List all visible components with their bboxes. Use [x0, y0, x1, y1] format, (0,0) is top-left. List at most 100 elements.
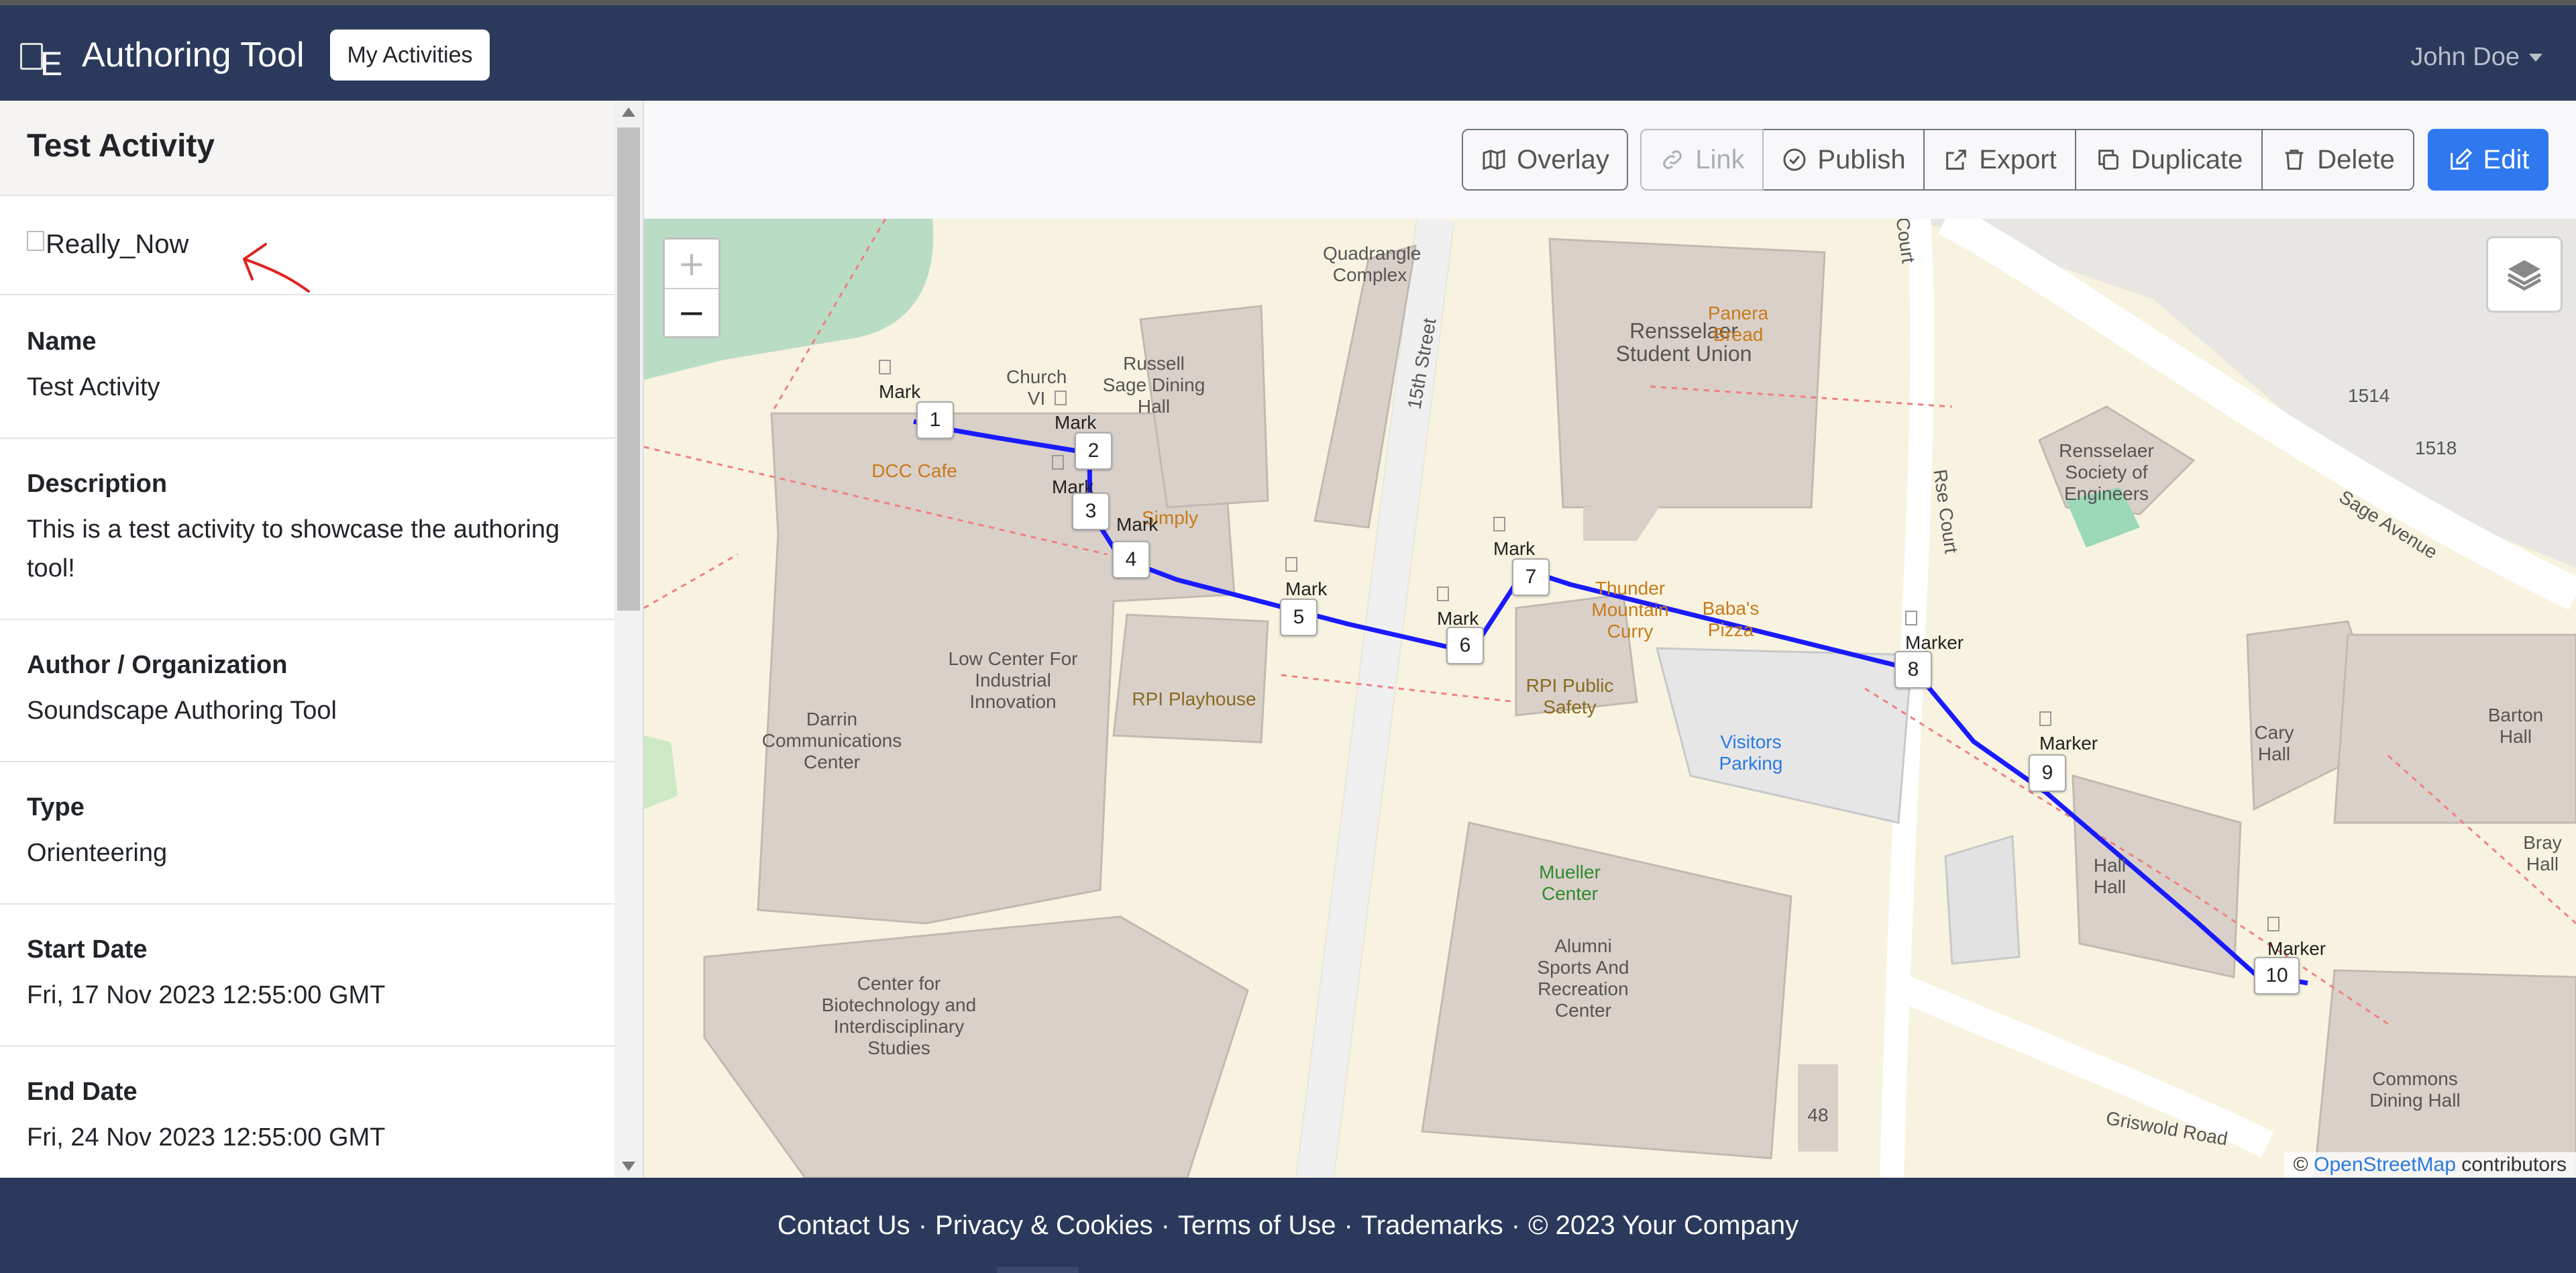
street-griswold — [1886, 970, 2274, 1158]
openstreetmap-link[interactable]: OpenStreetMap — [2314, 1154, 2456, 1176]
label-quadrangle: Quadrangle Complex — [1323, 243, 1421, 285]
top-navbar: E Authoring Tool My Activities John Doe — [0, 5, 2576, 101]
footer-terms-link[interactable]: Terms of Use — [1178, 1211, 1336, 1241]
waypoint-badge[interactable]: 10 — [2254, 957, 2300, 995]
duplicate-button[interactable]: Duplicate — [2076, 129, 2263, 191]
label-1514: 1514 — [2348, 385, 2390, 406]
brand-logo-alt: E — [40, 45, 63, 83]
link-button[interactable]: Link — [1640, 129, 1764, 191]
waypoint-badge[interactable]: 7 — [1512, 558, 1550, 596]
marker-7-image[interactable]: Mark — [1493, 517, 1535, 560]
sidebar-header: Test Activity — [0, 101, 614, 196]
label-biotech: Center for Biotechnology and Interdiscip… — [821, 973, 977, 1058]
footer-separator: · — [1511, 1210, 1521, 1240]
delete-button[interactable]: Delete — [2263, 129, 2414, 191]
marker-2-image[interactable]: Mark — [1055, 391, 1096, 434]
map-attribution: © OpenStreetMap contributors — [2284, 1152, 2576, 1178]
footer-trademarks-link[interactable]: Trademarks — [1361, 1211, 1503, 1241]
map-view[interactable]: Quadrangle Complex 15th Street Rensselae… — [644, 219, 2576, 1178]
label-bray-hall: Bray Hall — [2523, 832, 2562, 874]
marker-10-image[interactable]: Marker — [2267, 917, 2326, 960]
page-footer: Contact Us · Privacy & Cookies · Terms o… — [0, 1178, 2576, 1273]
label-visitors-parking: Visitors Parking — [1719, 731, 1783, 774]
trash-icon — [2285, 150, 2304, 170]
zoom-out-button[interactable]: − — [665, 288, 718, 336]
overlay-button[interactable]: Overlay — [1462, 129, 1628, 191]
brand-logo[interactable]: E — [20, 39, 63, 83]
user-menu-dropdown[interactable]: John Doe — [2410, 43, 2542, 72]
export-button[interactable]: Export — [1925, 129, 2076, 191]
marker-8-image[interactable]: Marker — [1905, 611, 1964, 654]
waypoint-badge[interactable]: 3 — [1072, 493, 1110, 530]
broken-image-icon — [20, 43, 43, 70]
footer-separator: · — [1344, 1210, 1353, 1240]
user-name: John Doe — [2410, 43, 2520, 71]
my-activities-button[interactable]: My Activities — [330, 30, 490, 81]
overlay-label: Overlay — [1517, 144, 1609, 174]
sidebar-scrollbar[interactable] — [614, 101, 643, 1178]
field-label: Type — [27, 793, 85, 821]
window-top-border — [0, 0, 2576, 5]
edit-button[interactable]: Edit — [2428, 129, 2548, 191]
label-1518: 1518 — [2415, 438, 2457, 458]
edit-label: Edit — [2483, 144, 2530, 174]
export-label: Export — [1979, 144, 2057, 174]
broken-image-icon — [27, 231, 44, 251]
waypoint-badge[interactable]: 4 — [1112, 541, 1150, 578]
scroll-down-arrow-icon[interactable] — [622, 1162, 635, 1171]
zoom-in-button[interactable]: + — [665, 240, 718, 288]
marker-6-image[interactable]: Mark — [1437, 587, 1479, 629]
footer-privacy-link[interactable]: Privacy & Cookies — [935, 1211, 1153, 1241]
marker-9-image[interactable]: Marker — [2039, 711, 2098, 754]
duplicate-label: Duplicate — [2131, 144, 2243, 174]
field-start-date: Start Date Fri, 17 Nov 2023 12:55:00 GMT — [0, 903, 614, 1047]
field-value: Test Activity — [27, 373, 160, 401]
publish-button[interactable]: Publish — [1764, 129, 1925, 191]
waypoint-badge[interactable]: 1 — [916, 401, 954, 439]
label-hall-hall: Hall Hall — [2093, 855, 2127, 897]
field-value: Soundscape Authoring Tool — [27, 697, 337, 725]
waypoint-badge[interactable]: 9 — [2029, 754, 2066, 792]
label-rpi-playhouse: RPI Playhouse — [1132, 689, 1256, 709]
layers-control[interactable] — [2486, 236, 2563, 313]
label-low-center: Low Center For Industrial Innovation — [948, 648, 1078, 712]
building-small — [1583, 501, 1664, 541]
label-dcc-cafe: DCC Cafe — [871, 460, 957, 481]
field-value: Fri, 24 Nov 2023 12:55:00 GMT — [27, 1123, 386, 1152]
link-label: Link — [1695, 144, 1745, 174]
label-public-safety: RPI Public Safety — [1525, 675, 1614, 717]
marker-5-image[interactable]: Mark — [1285, 557, 1327, 600]
field-value: This is a test activity to showcase the … — [27, 515, 560, 582]
publish-label: Publish — [1817, 144, 1906, 174]
layers-icon — [2507, 260, 2542, 291]
check-circle-icon — [1783, 148, 1806, 171]
waypoint-badge[interactable]: 2 — [1075, 432, 1112, 470]
footer-separator: · — [1161, 1210, 1170, 1240]
app-title[interactable]: Authoring Tool — [82, 35, 305, 75]
building-playhouse — [1112, 613, 1269, 744]
label-darrin: Darrin Communications Center — [761, 709, 902, 772]
label-commons: Commons Dining Hall — [2369, 1068, 2461, 1111]
marker-1-image[interactable]: Mark — [879, 360, 920, 403]
waypoint-badge[interactable]: 5 — [1280, 599, 1318, 636]
zoom-control: + − — [663, 238, 720, 338]
field-name: Name Test Activity — [0, 295, 614, 439]
waypoint-badge[interactable]: 6 — [1446, 627, 1484, 664]
copy-icon — [2098, 150, 2118, 170]
label-panera: Panera Bread — [1707, 303, 1769, 345]
scroll-up-arrow-icon[interactable] — [622, 107, 635, 117]
external-link-icon — [1946, 150, 1967, 170]
field-value: Fri, 17 Nov 2023 12:55:00 GMT — [27, 981, 386, 1009]
marker-4-image[interactable]: Mark — [1116, 514, 1158, 536]
footer-handle — [997, 1267, 1079, 1273]
parking-area — [1944, 835, 2021, 965]
field-label: Start Date — [27, 935, 148, 964]
activity-details-sidebar: Test Activity Really_Now Name Test Activ… — [0, 101, 614, 1178]
footer-contact-link[interactable]: Contact Us — [777, 1211, 910, 1241]
pencil-square-icon — [2450, 148, 2472, 170]
scrollbar-thumb[interactable] — [617, 128, 640, 611]
waypoint-badge[interactable]: 8 — [1894, 651, 1932, 689]
field-value: Orienteering — [27, 839, 168, 867]
label-russell-sage: Russell Sage Dining Hall — [1102, 353, 1205, 417]
field-type: Type Orienteering — [0, 761, 614, 905]
